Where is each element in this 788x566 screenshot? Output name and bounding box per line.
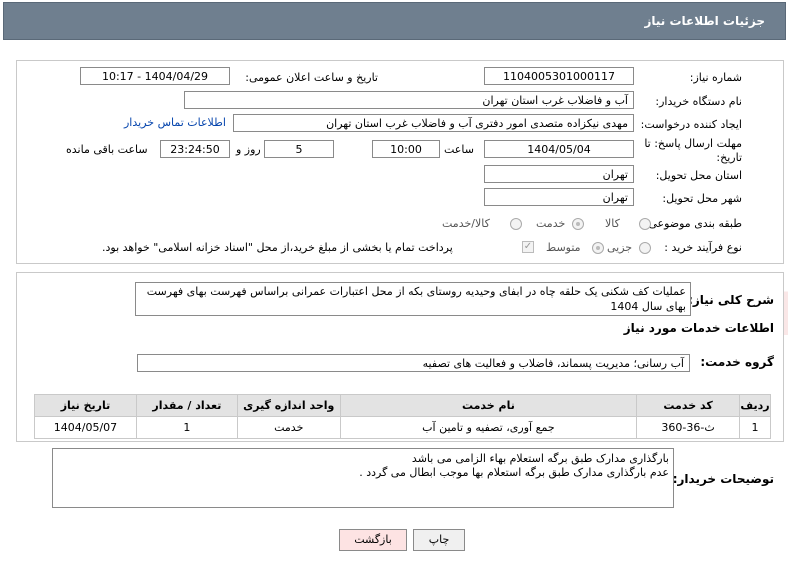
city-label: شهر محل تحویل:: [662, 192, 742, 205]
days-label: روز و: [236, 143, 261, 156]
announce-datetime-label: تاریخ و ساعت اعلان عمومی:: [245, 71, 378, 84]
remaining-time-label: ساعت باقی مانده: [66, 143, 148, 156]
col-service-code: کد خدمت: [636, 394, 741, 417]
description-label: شرح کلی نیاز:: [688, 293, 774, 307]
page-title: جزئیات اطلاعات نیاز: [644, 14, 765, 28]
category-radio-goods-service[interactable]: [510, 218, 522, 230]
buyer-notes-line-2: عدم بارگذاری مدارک طبق برگه استعلام بها …: [359, 466, 669, 479]
process-option-minor: جزیی: [607, 241, 633, 254]
page-header: جزئیات اطلاعات نیاز: [3, 2, 786, 40]
process-type-label: نوع فرآیند خرید :: [664, 241, 742, 254]
buyer-notes-line-1: بارگذاری مدارک طبق برگه استعلام بهاء الز…: [411, 452, 669, 465]
cell-need-date: 1404/05/07: [34, 416, 137, 439]
service-group-field: آب رسانی؛ مدیریت پسماند، فاضلاب و فعالیت…: [137, 354, 690, 372]
description-field: عملیات کف شکنی یک حلقه چاه در ابفای وحید…: [135, 282, 691, 316]
creator-label: ایجاد کننده درخواست:: [640, 118, 742, 131]
cell-service-code: ث-36-360: [636, 416, 741, 439]
need-number-field: 1104005301000117: [484, 67, 634, 85]
service-group-label: گروه خدمت:: [700, 355, 774, 369]
cell-quantity: 1: [135, 416, 238, 439]
creator-field: مهدی نیکزاده متصدی امور دفتری آب و فاضلا…: [233, 114, 634, 132]
back-button[interactable]: بازگشت: [339, 529, 407, 551]
buyer-org-field: آب و فاضلاب غرب استان تهران: [184, 91, 634, 109]
remaining-time-field: 23:24:50: [160, 140, 230, 158]
deadline-date-field: 1404/05/04: [484, 140, 634, 158]
col-quantity: تعداد / مقدار: [135, 394, 238, 417]
treasury-payment-checkbox[interactable]: ✓: [522, 241, 534, 253]
treasury-payment-note: پرداخت تمام یا بخشی از مبلغ خرید،از محل …: [102, 241, 453, 254]
col-row: ردیف: [739, 394, 771, 417]
services-section-title: اطلاعات خدمات مورد نیاز: [623, 321, 774, 335]
process-radio-medium[interactable]: [592, 242, 604, 254]
province-label: استان محل تحویل:: [655, 169, 742, 182]
print-button[interactable]: چاپ: [413, 529, 465, 551]
col-unit: واحد اندازه گیری: [236, 394, 341, 417]
col-need-date: تاریخ نیاز: [34, 394, 137, 417]
category-option-service: خدمت: [536, 217, 566, 230]
buyer-org-label: نام دستگاه خریدار:: [655, 95, 742, 108]
cell-row: 1: [739, 416, 771, 439]
col-service-name: نام خدمت: [339, 394, 638, 417]
category-option-goods-service: کالا/خدمت: [442, 217, 490, 230]
deadline-time-label: ساعت: [444, 143, 474, 156]
cell-service-name: جمع آوری، تصفیه و تامین آب: [339, 416, 638, 439]
cell-unit: خدمت: [236, 416, 341, 439]
process-option-medium: متوسط: [546, 241, 581, 254]
deadline-label: مهلت ارسال پاسخ: تا: [644, 137, 742, 150]
deadline-label-2: تاریخ:: [716, 151, 742, 164]
buyer-notes-label: توضیحات خریدار:: [672, 472, 774, 486]
buyer-notes-field: بارگذاری مدارک طبق برگه استعلام بهاء الز…: [52, 448, 674, 508]
table-row: 1 ث-36-360 جمع آوری، تصفیه و تامین آب خد…: [34, 416, 771, 439]
category-option-goods: کالا: [605, 217, 620, 230]
category-label: طبقه بندی موضوعی:: [644, 217, 742, 230]
services-table: ردیف کد خدمت نام خدمت واحد اندازه گیری ت…: [34, 394, 771, 439]
category-radio-goods[interactable]: [639, 218, 651, 230]
province-field: تهران: [484, 165, 634, 183]
days-field: 5: [264, 140, 334, 158]
announce-datetime-field: 1404/04/29 - 10:17: [80, 67, 230, 85]
city-field: تهران: [484, 188, 634, 206]
buyer-contact-link[interactable]: اطلاعات تماس خریدار: [124, 116, 226, 129]
need-number-label: شماره نیاز:: [689, 71, 742, 84]
process-radio-minor[interactable]: [639, 242, 651, 254]
deadline-time-field: 10:00: [372, 140, 440, 158]
category-radio-service[interactable]: [572, 218, 584, 230]
